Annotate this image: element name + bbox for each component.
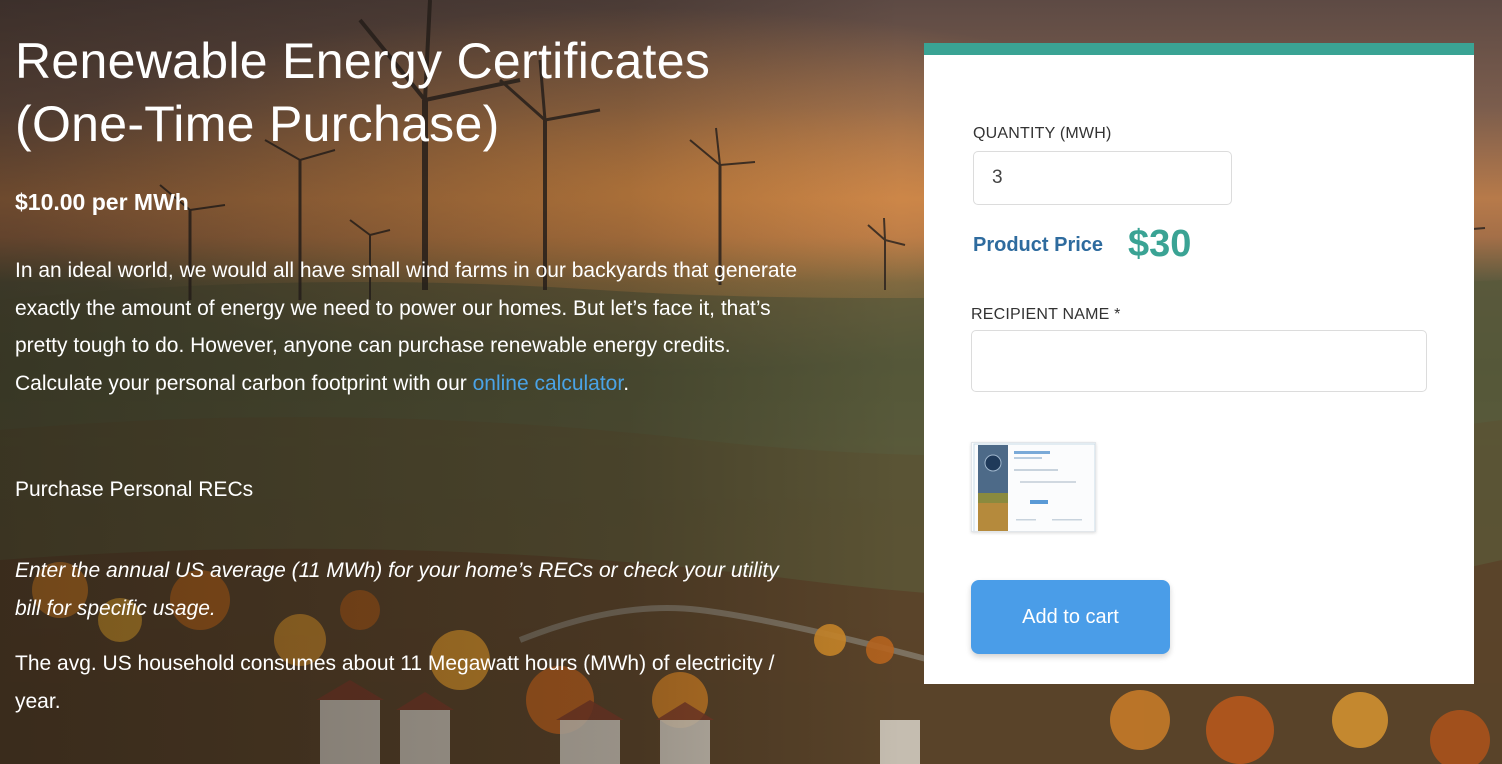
recipient-name-input[interactable] <box>971 330 1427 392</box>
product-description: In an ideal world, we would all have sma… <box>15 252 805 402</box>
recipient-name-label: RECIPIENT NAME * <box>971 306 1121 323</box>
product-price-label: Product Price <box>973 234 1104 256</box>
online-calculator-link[interactable]: online calculator <box>473 372 624 395</box>
household-consumption-note: The avg. US household consumes about 11 … <box>15 652 775 713</box>
purchase-heading: Purchase Personal RECs <box>15 478 254 501</box>
quantity-input[interactable] <box>973 151 1232 205</box>
product-info: Renewable Energy Certificates (One-Time … <box>15 30 805 713</box>
product-title: Renewable Energy Certificates (One-Time … <box>15 33 711 152</box>
product-price-value: $30 <box>1128 223 1192 265</box>
add-to-cart-button[interactable]: Add to cart <box>971 580 1170 654</box>
certificate-preview-image[interactable] <box>971 442 1096 532</box>
usage-instruction: Enter the annual US average (11 MWh) for… <box>15 559 779 620</box>
description-text: In an ideal world, we would all have sma… <box>15 259 798 395</box>
unit-price: $10.00 per MWh <box>15 189 189 215</box>
quantity-label: QUANTITY (MWH) <box>973 125 1112 142</box>
purchase-form-card: QUANTITY (MWH) Product Price $30 RECIPIE… <box>924 43 1474 684</box>
certificate-thumbnail-graphic <box>973 443 1095 531</box>
description-end: . <box>623 371 630 395</box>
